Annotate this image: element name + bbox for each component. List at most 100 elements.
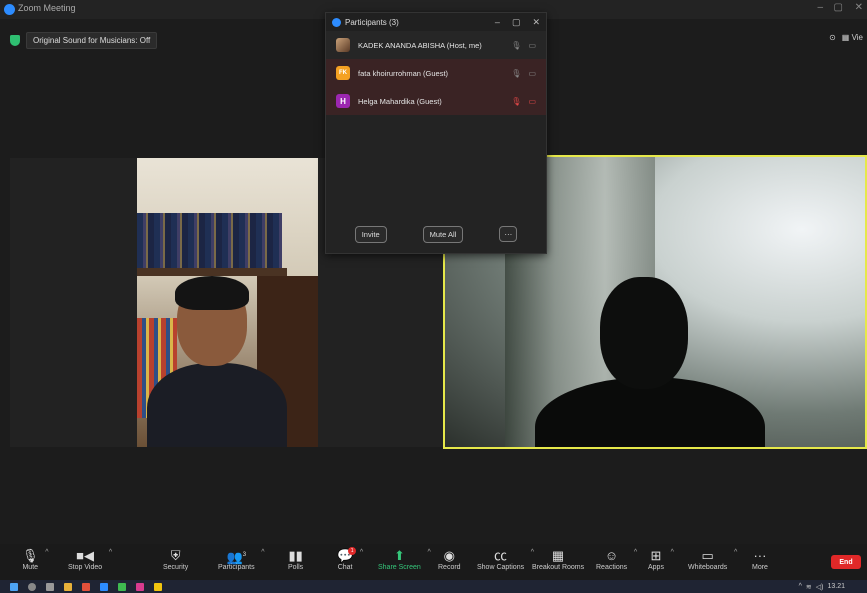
- shield-icon: [10, 34, 20, 46]
- avatar: [336, 38, 350, 52]
- security-status-icon[interactable]: ⊙: [829, 33, 836, 42]
- camera-off-icon[interactable]: ▭: [528, 97, 536, 106]
- breakout-rooms-button[interactable]: ▦ Breakout Rooms: [532, 547, 584, 571]
- minimize-icon[interactable]: –: [495, 17, 500, 27]
- end-meeting-button[interactable]: End: [831, 555, 861, 569]
- apps-label: Apps: [648, 564, 664, 571]
- microphone-icon[interactable]: 🎙: [511, 69, 521, 78]
- microphone-icon[interactable]: 🎙: [511, 41, 521, 50]
- search-icon[interactable]: [28, 582, 36, 591]
- security-button[interactable]: ⛨ Security: [163, 547, 188, 571]
- more-button[interactable]: ··· More: [752, 547, 768, 571]
- chevron-up-icon[interactable]: ^: [799, 583, 802, 590]
- show-captions-label: Show Captions: [477, 564, 525, 571]
- wifi-icon[interactable]: ≋: [806, 583, 812, 591]
- windows-taskbar: ^ ≋ ◁) 13.21: [0, 580, 867, 593]
- minimize-icon[interactable]: –: [817, 2, 823, 13]
- windows-start-icon[interactable]: [10, 582, 18, 591]
- microphone-icon: 🎙: [22, 548, 39, 563]
- chat-button[interactable]: 💬 1 Chat ^: [337, 547, 363, 571]
- participants-panel: Participants (3) – ▢ ✕ KADEK ANANDA ABIS…: [325, 12, 547, 254]
- view-label: Vie: [851, 33, 863, 42]
- close-icon[interactable]: ✕: [855, 2, 863, 13]
- participant-row[interactable]: FK fata khoirurrohman (Guest) 🎙 ▭: [326, 59, 546, 87]
- participant-status: 🎙 ▭: [511, 97, 536, 106]
- participant-name: fata khoirurrohman (Guest): [358, 68, 449, 78]
- app-icon[interactable]: [136, 582, 144, 591]
- apps-button[interactable]: ⊞ Apps ^: [648, 547, 674, 571]
- app-icon[interactable]: [154, 582, 162, 591]
- share-screen-button[interactable]: ⬆ Share Screen ^: [378, 547, 431, 571]
- chevron-up-icon[interactable]: ^: [634, 549, 637, 556]
- app-icon[interactable]: [82, 582, 90, 591]
- polls-label: Polls: [288, 564, 304, 571]
- person-hair: [175, 276, 249, 310]
- file-explorer-icon[interactable]: [64, 582, 72, 591]
- whiteboards-button[interactable]: ▭ Whiteboards ^: [688, 547, 737, 571]
- microphone-muted-icon[interactable]: 🎙: [511, 97, 521, 106]
- stop-video-button[interactable]: ■◀ Stop Video ^: [68, 547, 112, 571]
- browser-icon[interactable]: [118, 582, 126, 591]
- participant-row[interactable]: H Helga Mahardika (Guest) 🎙 ▭: [326, 87, 546, 115]
- reactions-button[interactable]: ☺ Reactions ^: [596, 547, 637, 571]
- mute-button[interactable]: 🎙 Mute ^: [22, 547, 49, 571]
- participant-status: 🎙 ▭: [511, 41, 536, 50]
- mute-label: Mute: [22, 564, 39, 571]
- share-screen-icon: ⬆: [393, 548, 405, 563]
- whiteboard-icon: ▭: [701, 548, 714, 563]
- participants-panel-header: Participants (3) – ▢ ✕: [326, 13, 546, 31]
- video-tile-self[interactable]: [137, 158, 318, 447]
- chevron-up-icon[interactable]: ^: [261, 549, 264, 556]
- chat-label: Chat: [337, 564, 353, 571]
- participant-name: Helga Mahardika (Guest): [358, 96, 442, 106]
- participants-label: Participants: [218, 564, 255, 571]
- apps-icon: ⊞: [650, 548, 662, 563]
- view-button[interactable]: ▦ Vie: [842, 33, 863, 42]
- show-captions-button[interactable]: ㏄ Show Captions ^: [477, 547, 534, 571]
- original-sound-button[interactable]: Original Sound for Musicians: Off: [26, 31, 158, 49]
- invite-button[interactable]: Invite: [354, 226, 387, 243]
- chat-badge: 1: [348, 547, 357, 555]
- clock[interactable]: 13.21: [827, 583, 845, 590]
- record-button[interactable]: ◉ Record: [438, 547, 461, 571]
- more-options-button[interactable]: ···: [499, 226, 518, 242]
- maximize-icon[interactable]: ▢: [834, 2, 843, 13]
- zoom-taskbar-icon[interactable]: [100, 582, 108, 591]
- breakout-rooms-icon: ▦: [551, 548, 565, 563]
- avatar: H: [336, 94, 350, 108]
- avatar: FK: [336, 66, 350, 80]
- chevron-up-icon[interactable]: ^: [671, 549, 674, 556]
- participants-panel-footer: Invite Mute All ···: [326, 226, 546, 243]
- mute-all-button[interactable]: Mute All: [422, 226, 464, 243]
- breakout-rooms-label: Breakout Rooms: [532, 564, 585, 571]
- view-controls: ⊙ ▦ Vie: [829, 33, 863, 42]
- participants-count: 3: [242, 552, 247, 558]
- camera-icon[interactable]: ▭: [528, 41, 536, 50]
- maximize-icon[interactable]: ▢: [512, 17, 521, 28]
- polls-button[interactable]: ▮▮ Polls: [288, 547, 303, 571]
- participants-panel-title: Participants (3): [345, 17, 399, 27]
- shelf-board: [137, 268, 287, 276]
- reactions-label: Reactions: [596, 564, 628, 571]
- chevron-up-icon[interactable]: ^: [109, 549, 112, 556]
- chevron-up-icon[interactable]: ^: [45, 549, 48, 556]
- record-icon: ◉: [443, 548, 455, 563]
- participant-row[interactable]: KADEK ANANDA ABISHA (Host, me) 🎙 ▭: [326, 31, 546, 59]
- speaker-icon[interactable]: ◁): [816, 583, 824, 591]
- zoom-logo-icon: [332, 17, 341, 27]
- zoom-logo-icon: [4, 4, 15, 15]
- window-title: Zoom Meeting: [18, 3, 76, 13]
- camera-icon[interactable]: ▭: [528, 69, 536, 78]
- participant-status: 🎙 ▭: [511, 69, 536, 78]
- empty-tile-left: [10, 158, 137, 447]
- shield-icon: ⛨: [170, 548, 181, 563]
- chevron-up-icon[interactable]: ^: [360, 549, 363, 556]
- close-icon[interactable]: ✕: [532, 17, 540, 28]
- chevron-up-icon[interactable]: ^: [428, 549, 431, 556]
- participants-button[interactable]: 👥3 Participants ^: [218, 547, 265, 571]
- chevron-up-icon[interactable]: ^: [734, 549, 737, 556]
- participants-icon: 👥3: [226, 549, 247, 565]
- task-view-icon[interactable]: [46, 582, 54, 591]
- record-label: Record: [438, 564, 461, 571]
- bookshelf-image: [137, 213, 282, 268]
